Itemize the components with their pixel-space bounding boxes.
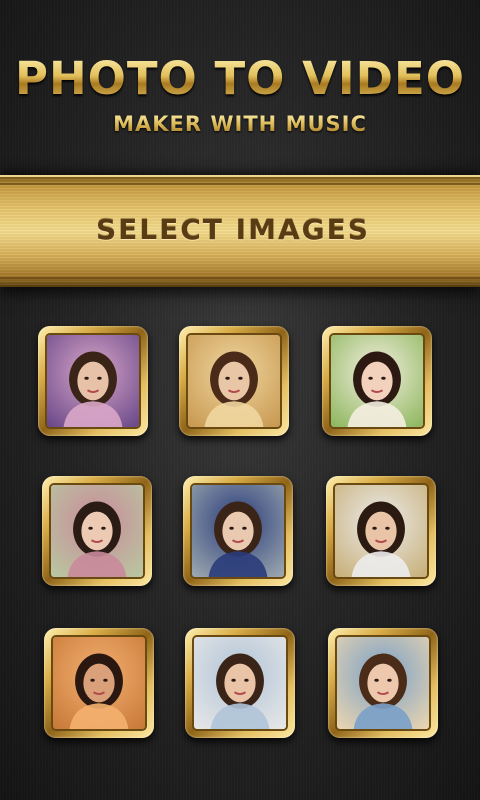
photo-woman-bicycle-image [188,335,280,427]
photo-woman-blue-top-image [192,485,284,577]
photo-couple-sunset-image [53,637,145,729]
photo-friends-white-image [194,637,286,729]
photo-tile-friends-white[interactable] [185,628,295,738]
photo-woman-purple-image [47,335,139,427]
photo-thumbnail [192,635,288,731]
photo-tile-woman-bicycle[interactable] [179,326,289,436]
photo-thumbnail [49,483,145,579]
photo-thumbnail [51,635,147,731]
photo-grid [0,0,480,800]
photo-thumbnail [335,635,431,731]
photo-tile-couple-bench[interactable] [328,628,438,738]
photo-woman-straw-hat-image [331,335,423,427]
photo-couple-bench-image [337,637,429,729]
photo-tile-woman-straw-hat[interactable] [322,326,432,436]
photo-woman-camera-image [51,485,143,577]
photo-thumbnail [333,483,429,579]
photo-tile-woman-purple[interactable] [38,326,148,436]
photo-thumbnail [186,333,282,429]
photo-thumbnail [329,333,425,429]
photo-tile-woman-blue-top[interactable] [183,476,293,586]
photo-thumbnail [190,483,286,579]
photo-tile-friends-selfie[interactable] [326,476,436,586]
photo-thumbnail [45,333,141,429]
photo-tile-couple-sunset[interactable] [44,628,154,738]
photo-tile-woman-camera[interactable] [42,476,152,586]
photo-friends-selfie-image [335,485,427,577]
